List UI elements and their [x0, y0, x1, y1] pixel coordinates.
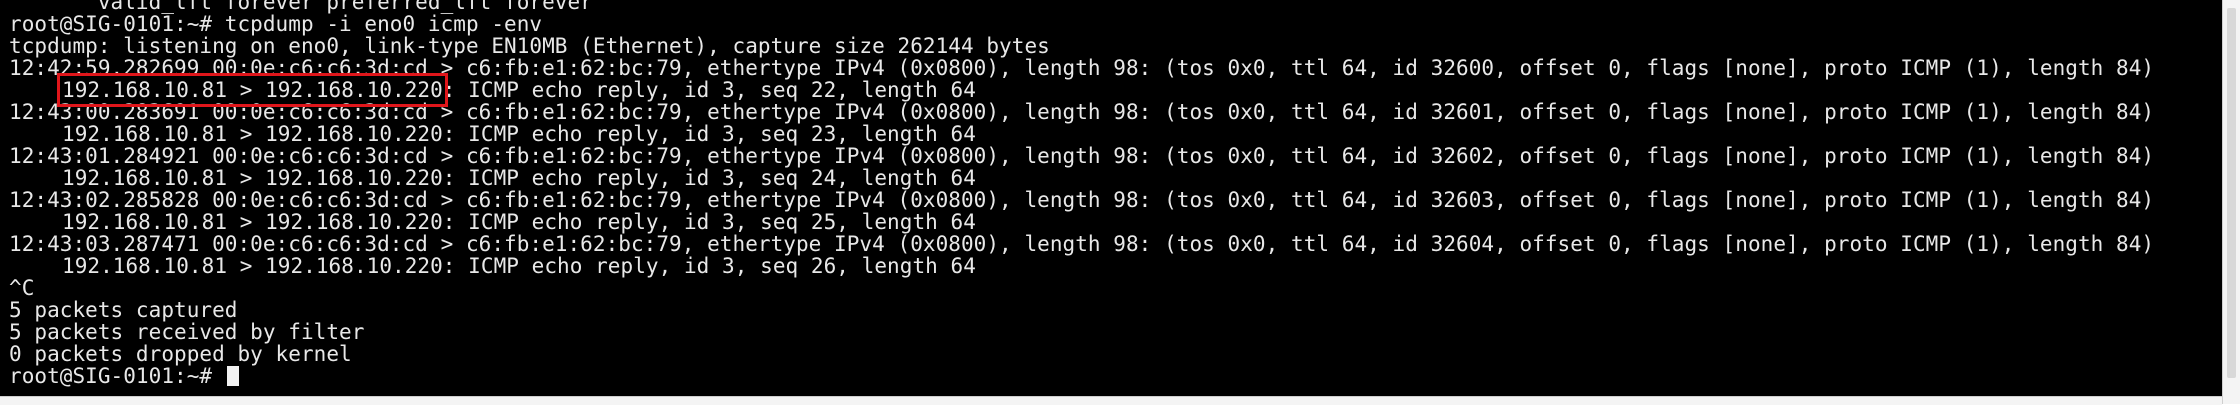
ip-pair: 192.168.10.81 > 192.168.10.220 [62, 166, 443, 190]
vertical-scrollbar[interactable] [2222, 0, 2240, 404]
line-text: 0 packets dropped by kernel [9, 342, 352, 366]
terminal-line: 5 packets captured [9, 299, 2154, 321]
line-text: 5 packets captured [9, 298, 238, 322]
terminal-line: 192.168.10.81 > 192.168.10.220: ICMP ech… [9, 211, 2154, 233]
text-cursor [226, 366, 239, 386]
line-text: 12:43:03.287471 00:0e:c6:c6:3d:cd > c6:f… [9, 232, 2155, 256]
terminal-line: root@SIG-0101:~# tcpdump -i eno0 icmp -e… [9, 13, 2154, 35]
terminal-line: 5 packets received by filter [9, 321, 2154, 343]
line-text: 12:43:00.283691 00:0e:c6:c6:3d:cd > c6:f… [9, 100, 2155, 124]
ip-pair: 192.168.10.81 > 192.168.10.220 [62, 210, 443, 234]
line-text: ^C [9, 276, 35, 300]
line-text: tcpdump: listening on eno0, link-type EN… [9, 34, 1050, 58]
line-text: root@SIG-0101:~# tcpdump -i eno0 icmp -e… [9, 12, 543, 36]
terminal-line: 12:43:00.283691 00:0e:c6:c6:3d:cd > c6:f… [9, 101, 2154, 123]
terminal-line: 12:43:01.284921 00:0e:c6:c6:3d:cd > c6:f… [9, 145, 2154, 167]
terminal-line: 0 packets dropped by kernel [9, 343, 2154, 365]
icmp-reply-text: : ICMP echo reply, id 3, seq 23, length … [442, 122, 976, 146]
terminal-line: tcpdump: listening on eno0, link-type EN… [9, 35, 2154, 57]
prompt-line[interactable]: root@SIG-0101:~# [9, 365, 2154, 387]
line-text: 12:42:59.282699 00:0e:c6:c6:3d:cd > c6:f… [9, 56, 2155, 80]
highlighted-ip-pair: 192.168.10.81 > 192.168.10.220 [57, 73, 448, 107]
icmp-reply-text: : ICMP echo reply, id 3, seq 24, length … [442, 166, 976, 190]
terminal-line: 12:43:03.287471 00:0e:c6:c6:3d:cd > c6:f… [9, 233, 2154, 255]
terminal-line: 192.168.10.81 > 192.168.10.220: ICMP ech… [9, 123, 2154, 145]
terminal-line: 12:42:59.282699 00:0e:c6:c6:3d:cd > c6:f… [9, 57, 2154, 79]
line-text: 12:43:01.284921 00:0e:c6:c6:3d:cd > c6:f… [9, 144, 2155, 168]
line-text: 12:43:02.285828 00:0e:c6:c6:3d:cd > c6:f… [9, 188, 2155, 212]
icmp-reply-text: : ICMP echo reply, id 3, seq 26, length … [442, 254, 976, 278]
shell-prompt: root@SIG-0101:~# [9, 364, 225, 388]
line-text: 5 packets received by filter [9, 320, 365, 344]
ip-pair: 192.168.10.81 > 192.168.10.220 [62, 122, 443, 146]
icmp-reply-text: : ICMP echo reply, id 3, seq 22, length … [442, 78, 976, 102]
terminal-line: ^C [9, 277, 2154, 299]
terminal-line: 192.168.10.81 > 192.168.10.220: ICMP ech… [9, 73, 2154, 107]
terminal-line: 12:43:02.285828 00:0e:c6:c6:3d:cd > c6:f… [9, 189, 2154, 211]
ip-pair: 192.168.10.81 > 192.168.10.220 [62, 254, 443, 278]
terminal-line: 192.168.10.81 > 192.168.10.220: ICMP ech… [9, 255, 2154, 277]
terminal-window[interactable]: valid_lft forever preferred_lft forever r… [0, 0, 2222, 396]
terminal-output: valid_lft forever preferred_lft forever r… [9, 0, 2154, 387]
scrollbar-thumb[interactable] [2227, 8, 2236, 378]
terminal-line: 192.168.10.81 > 192.168.10.220: ICMP ech… [9, 167, 2154, 189]
icmp-reply-text: : ICMP echo reply, id 3, seq 25, length … [442, 210, 976, 234]
